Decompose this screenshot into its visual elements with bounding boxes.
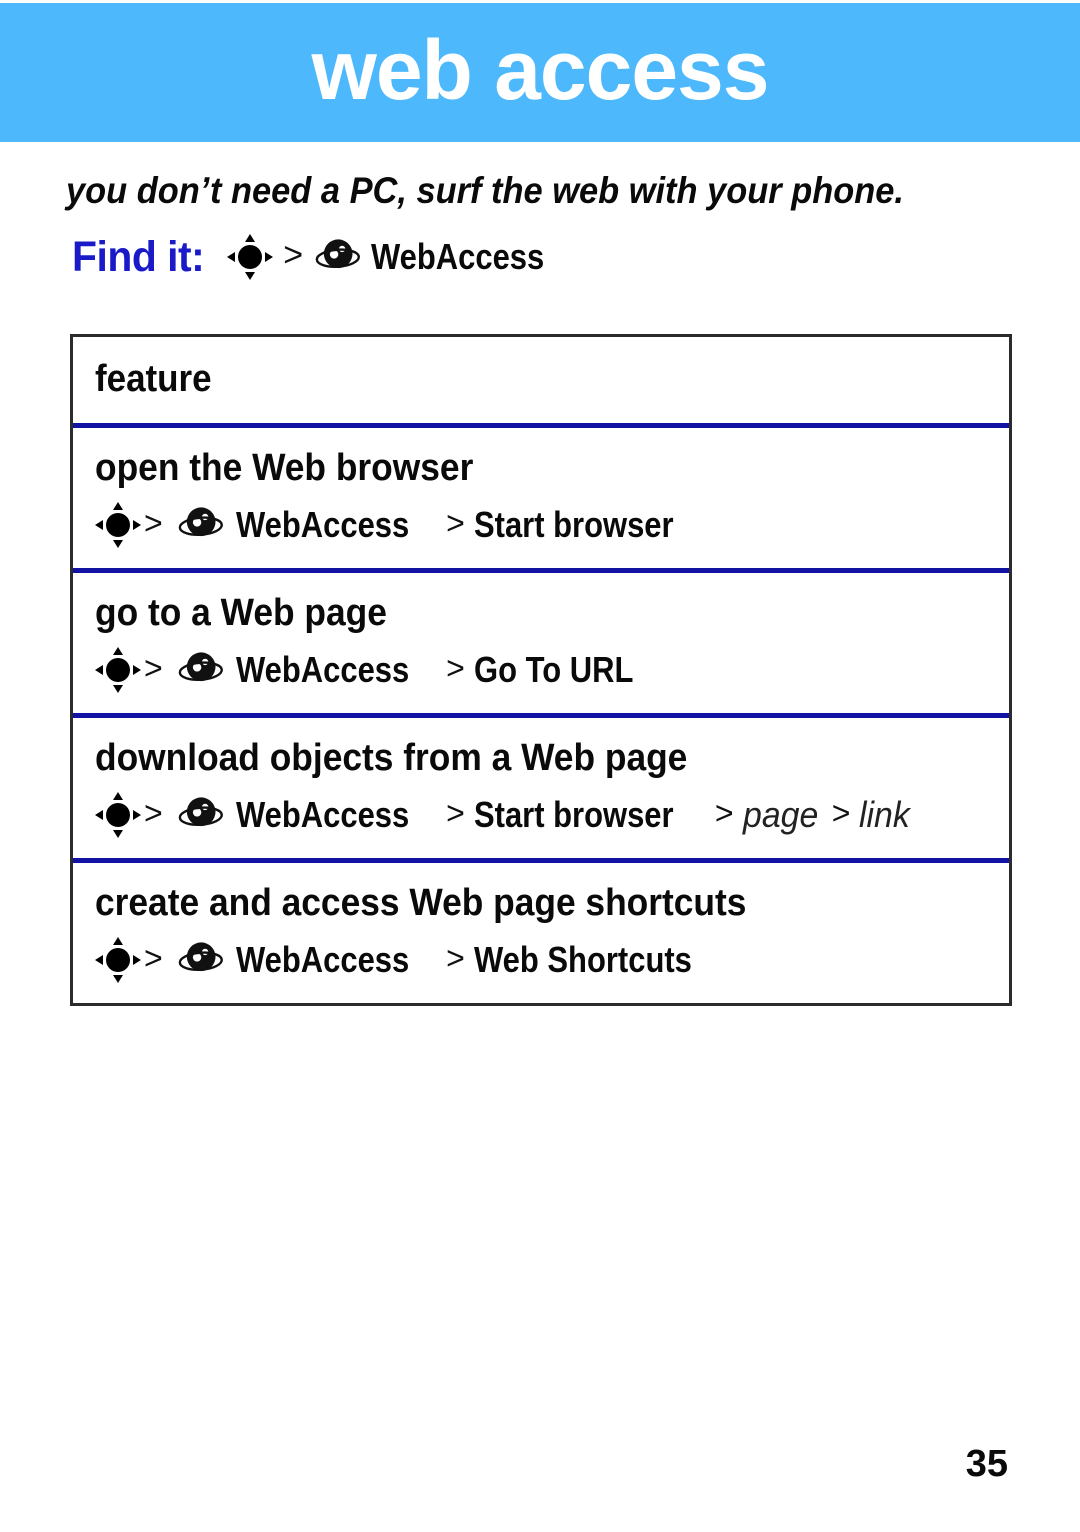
find-it-menu-label: WebAccess [371,236,545,277]
web-access-globe-icon [176,937,226,983]
path-menu-label: Go To URL [473,649,634,690]
feature-path: > WebAccess > Web Shortcuts [95,937,1009,983]
navigation-key-icon [95,647,141,693]
path-separator: > [446,504,465,541]
find-it-line: Find it: > WebAccess [72,234,573,280]
page-number: 35 [965,1443,1008,1485]
page-header-banner: web access [0,3,1080,142]
path-separator: > [446,649,465,686]
feature-path: > WebAccess > Start browser [95,502,1009,548]
web-access-globe-icon [176,792,226,838]
path-variable: page [742,794,818,835]
path-separator: > [446,939,465,976]
path-separator: > [714,794,734,831]
path-menu-label: WebAccess [235,794,409,835]
path-separator: > [144,939,163,976]
feature-path: > WebAccess > Go To URL [95,647,1009,693]
navigation-key-icon [95,502,141,548]
path-menu-label: Web Shortcuts [473,939,692,980]
path-menu-label: WebAccess [235,939,409,980]
table-row: download objects from a Web page > WebAcce… [73,718,1009,858]
path-menu-label: WebAccess [235,504,409,545]
feature-table: feature open the Web browser > WebAccess > S… [70,334,1012,1006]
path-separator: > [831,794,851,831]
path-menu-label: WebAccess [235,649,409,690]
feature-title: open the Web browser [95,447,474,489]
navigation-key-icon [227,234,274,280]
path-separator: > [144,504,163,541]
table-header-row: feature [73,337,1009,423]
page-subtitle: you don’t need a PC, surf the web with y… [66,170,904,211]
feature-title: download objects from a Web page [95,737,688,779]
navigation-key-icon [95,937,141,983]
web-access-globe-icon [176,502,226,548]
web-access-globe-icon [176,647,226,693]
web-access-globe-icon [313,234,363,280]
table-header-label: feature [95,358,212,400]
path-menu-label: Start browser [473,504,674,545]
path-separator: > [144,794,163,831]
path-separator: > [446,794,465,831]
feature-title: create and access Web page shortcuts [95,882,747,924]
navigation-key-icon [95,792,141,838]
feature-path: > WebAccess > Start browser > page > link [95,792,1009,838]
feature-title: go to a Web page [95,592,387,634]
path-menu-label: Start browser [473,794,674,835]
find-it-label: Find it: [72,232,205,281]
table-row: create and access Web page shortcuts > Web… [73,863,1009,1003]
page-title: web access [311,22,769,117]
path-variable: link [859,794,911,835]
table-row: go to a Web page > WebAccess > Go To URL [73,573,1009,713]
path-separator: > [144,649,163,686]
path-separator: > [283,235,304,274]
table-row: open the Web browser > WebAccess > Start bro… [73,428,1009,568]
